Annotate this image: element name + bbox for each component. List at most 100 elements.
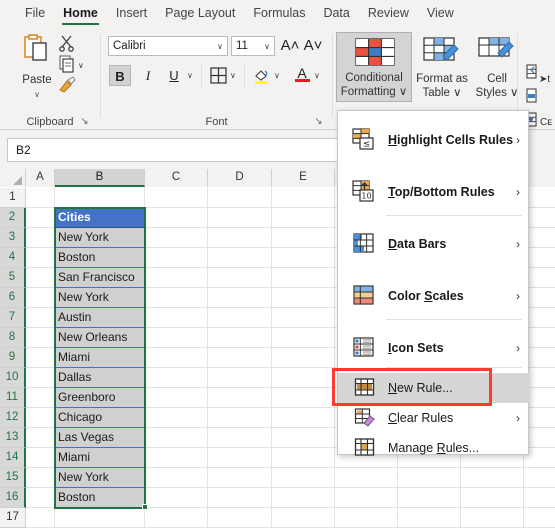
- cell-A3[interactable]: [26, 228, 55, 248]
- row-header-14[interactable]: 14: [0, 448, 26, 468]
- row-header-2[interactable]: 2: [0, 208, 26, 228]
- menu-item-new-rule[interactable]: New Rule...: [338, 373, 530, 403]
- cell-D7[interactable]: [208, 308, 272, 328]
- format-as-table-button[interactable]: Format as Table ∨: [414, 32, 470, 102]
- cell-E12[interactable]: [272, 408, 335, 428]
- cell-A13[interactable]: [26, 428, 55, 448]
- select-all-corner[interactable]: [0, 169, 26, 187]
- cell-E16[interactable]: [272, 488, 335, 508]
- menu-item-icon-sets[interactable]: Icon Sets ›: [338, 327, 530, 369]
- cell-B14[interactable]: Miami: [55, 448, 145, 468]
- cell-E10[interactable]: [272, 368, 335, 388]
- cell-B8[interactable]: New Orleans: [55, 328, 145, 348]
- menu-item-manage-rules[interactable]: Manage Rules...: [338, 433, 530, 463]
- cell-extra-0-17[interactable]: [335, 508, 398, 528]
- cell-C3[interactable]: [145, 228, 208, 248]
- ribbon-tab-page-layout[interactable]: Page Layout: [156, 0, 244, 28]
- cell-A8[interactable]: [26, 328, 55, 348]
- cell-B12[interactable]: Chicago: [55, 408, 145, 428]
- cell-E11[interactable]: [272, 388, 335, 408]
- cell-B5[interactable]: San Francisco: [55, 268, 145, 288]
- cell-C5[interactable]: [145, 268, 208, 288]
- cell-B10[interactable]: Dallas: [55, 368, 145, 388]
- cell-C11[interactable]: [145, 388, 208, 408]
- row-header-8[interactable]: 8: [0, 328, 26, 348]
- cell-E3[interactable]: [272, 228, 335, 248]
- cell-styles-button[interactable]: Cell Styles ∨: [471, 32, 523, 102]
- cell-A10[interactable]: [26, 368, 55, 388]
- cell-A11[interactable]: [26, 388, 55, 408]
- cell-extra-2-17[interactable]: [461, 508, 524, 528]
- clipboard-dialog-launcher[interactable]: ↘: [79, 116, 90, 127]
- font-color-caret-icon[interactable]: ∨: [314, 65, 320, 86]
- fill-color-button[interactable]: [251, 65, 273, 86]
- cell-D4[interactable]: [208, 248, 272, 268]
- cell-D8[interactable]: [208, 328, 272, 348]
- cell-A2[interactable]: [26, 208, 55, 228]
- bold-button[interactable]: B: [109, 65, 131, 86]
- cell-B3[interactable]: New York: [55, 228, 145, 248]
- cell-B2[interactable]: Cities: [55, 208, 145, 228]
- underline-caret-icon[interactable]: ∨: [187, 65, 193, 86]
- row-header-17[interactable]: 17: [0, 508, 26, 528]
- ribbon-tab-view[interactable]: View: [418, 0, 463, 28]
- column-header-E[interactable]: E: [272, 169, 335, 187]
- cell-A16[interactable]: [26, 488, 55, 508]
- cell-E4[interactable]: [272, 248, 335, 268]
- format-painter-button[interactable]: [57, 76, 77, 99]
- row-header-16[interactable]: 16: [0, 488, 26, 508]
- cell-C1[interactable]: [145, 188, 208, 208]
- cell-C9[interactable]: [145, 348, 208, 368]
- cell-B1[interactable]: [55, 188, 145, 208]
- cell-A15[interactable]: [26, 468, 55, 488]
- cell-E14[interactable]: [272, 448, 335, 468]
- ribbon-tab-formulas[interactable]: Formulas: [244, 0, 314, 28]
- cell-D2[interactable]: [208, 208, 272, 228]
- cell-D6[interactable]: [208, 288, 272, 308]
- column-header-A[interactable]: A: [26, 169, 55, 187]
- menu-item-clear-rules[interactable]: Clear Rules ›: [338, 403, 530, 433]
- fill-color-caret-icon[interactable]: ∨: [274, 65, 280, 86]
- column-header-C[interactable]: C: [145, 169, 208, 187]
- cell-A17[interactable]: [26, 508, 55, 528]
- cell-E15[interactable]: [272, 468, 335, 488]
- cell-D15[interactable]: [208, 468, 272, 488]
- cell-C6[interactable]: [145, 288, 208, 308]
- paste-caret-icon[interactable]: ∨: [14, 90, 60, 99]
- column-header-B[interactable]: B: [55, 169, 145, 187]
- cell-D13[interactable]: [208, 428, 272, 448]
- row-header-13[interactable]: 13: [0, 428, 26, 448]
- cell-C13[interactable]: [145, 428, 208, 448]
- borders-button[interactable]: [207, 65, 229, 86]
- row-header-4[interactable]: 4: [0, 248, 26, 268]
- cell-E6[interactable]: [272, 288, 335, 308]
- font-dialog-launcher[interactable]: ↘: [313, 116, 324, 127]
- row-header-5[interactable]: 5: [0, 268, 26, 288]
- cell-D11[interactable]: [208, 388, 272, 408]
- cell-C16[interactable]: [145, 488, 208, 508]
- chevron-down-icon[interactable]: ∨: [217, 37, 223, 55]
- cell-E13[interactable]: [272, 428, 335, 448]
- cell-A6[interactable]: [26, 288, 55, 308]
- cell-D1[interactable]: [208, 188, 272, 208]
- borders-caret-icon[interactable]: ∨: [230, 65, 236, 86]
- cell-D17[interactable]: [208, 508, 272, 528]
- cell-B15[interactable]: New York: [55, 468, 145, 488]
- cell-extra-0-16[interactable]: [335, 488, 398, 508]
- cell-extra-3-16[interactable]: [524, 488, 555, 508]
- cell-B17[interactable]: [55, 508, 145, 528]
- name-box[interactable]: B2: [7, 138, 339, 162]
- cell-D10[interactable]: [208, 368, 272, 388]
- increase-font-size-button[interactable]: A˄: [280, 35, 300, 56]
- ribbon-tab-file[interactable]: File: [16, 0, 54, 28]
- cell-A14[interactable]: [26, 448, 55, 468]
- cut-button[interactable]: [58, 34, 76, 57]
- cell-D12[interactable]: [208, 408, 272, 428]
- row-header-1[interactable]: 1: [0, 188, 26, 208]
- copy-caret-icon[interactable]: ∨: [78, 55, 84, 76]
- cell-A5[interactable]: [26, 268, 55, 288]
- cell-A12[interactable]: [26, 408, 55, 428]
- cell-B9[interactable]: Miami: [55, 348, 145, 368]
- cell-extra-0-15[interactable]: [335, 468, 398, 488]
- copy-button[interactable]: [58, 55, 76, 78]
